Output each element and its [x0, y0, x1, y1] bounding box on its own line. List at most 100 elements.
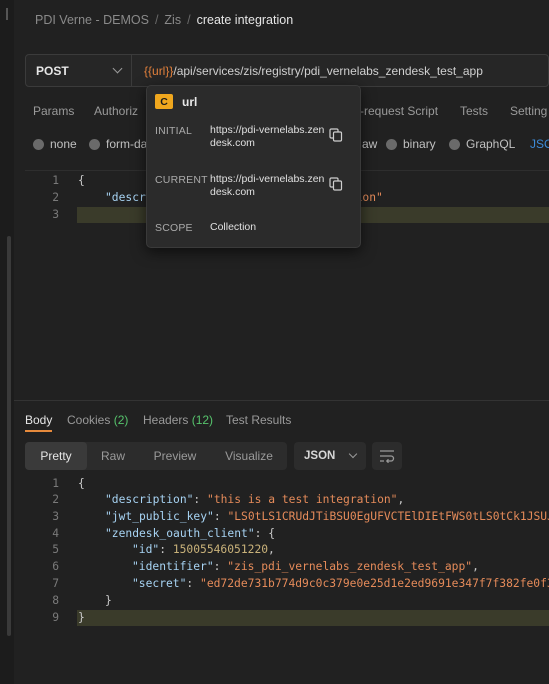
line-number: 1 [52, 477, 59, 490]
view-preview[interactable]: Preview [139, 442, 211, 470]
line-number: 1 [52, 174, 59, 187]
tab-headers[interactable]: Headers (12) [143, 413, 213, 427]
sidebar-divider [6, 8, 8, 20]
code-line: "descr [105, 191, 146, 204]
body-type-label: aw [362, 137, 378, 151]
tab-cookies-label: Cookies [67, 413, 111, 427]
copy-icon[interactable] [329, 128, 343, 142]
tab-params[interactable]: Params [33, 104, 74, 118]
current-value: https://pdi-vernelabs.zendesk.com [210, 173, 325, 198]
method-select[interactable]: POST [26, 55, 132, 86]
tab-headers-label: Headers [143, 413, 189, 427]
body-type-none[interactable]: none [33, 137, 77, 151]
code-line: { [78, 477, 85, 490]
radio-icon [449, 138, 460, 150]
line-number: 2 [52, 191, 59, 204]
code-line: "jwt_public_key": "LS0tLS1CRUdJTiBSU0EgU… [105, 510, 549, 527]
body-type-json[interactable]: JSO [530, 137, 549, 151]
body-type-graphql[interactable]: GraphQL [449, 137, 515, 151]
radio-icon [89, 138, 100, 150]
collection-badge-icon: C [155, 94, 173, 109]
variable-name: url [182, 94, 198, 109]
json-key: "identifier" [132, 560, 214, 573]
line-number: 4 [52, 527, 59, 540]
format-label: JSON [304, 450, 336, 462]
line-number: 5 [52, 543, 59, 556]
view-raw[interactable]: Raw [87, 442, 139, 470]
body-type-label: JSO [530, 137, 549, 151]
chevron-down-icon [348, 449, 358, 459]
code-line: } [78, 611, 85, 624]
headers-count-badge: (12) [191, 413, 214, 427]
format-select[interactable]: JSON [294, 442, 366, 470]
tab-tests[interactable]: Tests [460, 104, 488, 118]
json-value: "ed72de731b774d9c0c379e0e25d1e2ed9691e34… [200, 577, 549, 590]
breadcrumb-folder[interactable]: Zis [164, 13, 181, 27]
radio-icon [386, 138, 397, 150]
view-mode-toggle: Pretty Raw Preview Visualize [25, 442, 287, 470]
code-line: "secret": "ed72de731b774d9c0c379e0e25d1e… [132, 577, 549, 594]
cookies-count-badge: (2) [113, 413, 129, 427]
body-type-raw[interactable]: aw [362, 137, 377, 151]
code-line: } [105, 594, 112, 607]
tab-authorization[interactable]: Authoriz [94, 104, 138, 118]
scope-value: Collection [210, 221, 257, 233]
body-type-label: binary [403, 137, 436, 151]
json-value: "this is a test integration" [207, 493, 398, 506]
line-number: 3 [52, 208, 59, 221]
wrap-lines-icon [380, 450, 395, 463]
code-line: "identifier": "zis_pdi_vernelabs_zendesk… [132, 560, 479, 573]
code-line: { [78, 174, 85, 187]
json-key: "id" [132, 543, 160, 556]
json-value: "zis_pdi_vernelabs_zendesk_test_app" [227, 560, 473, 573]
sidebar-scrollbar[interactable] [7, 236, 11, 636]
breadcrumb: PDI Verne - DEMOS / Zis / create integration [35, 13, 294, 27]
url-path: /api/services/zis/registry/pdi_vernelabs… [173, 63, 483, 78]
pane-divider[interactable] [14, 400, 549, 401]
line-number: 7 [52, 577, 59, 590]
tab-settings[interactable]: Setting [510, 104, 547, 118]
body-type-label: form-da [106, 137, 148, 151]
line-number: 3 [52, 510, 59, 523]
response-body-viewer[interactable]: 1 2 3 4 5 6 7 8 9 { "description": "this… [25, 476, 549, 684]
method-label: POST [36, 63, 69, 78]
tab-pre-request-script[interactable]: -request Script [360, 104, 438, 118]
url-input[interactable]: {{url}}/api/services/zis/registry/pdi_ve… [132, 55, 483, 86]
body-type-label: none [50, 137, 77, 151]
json-value: 15005546051220 [172, 543, 269, 556]
json-key: "jwt_public_key" [105, 510, 214, 523]
json-key: "description" [105, 493, 194, 506]
current-label: CURRENT [155, 174, 208, 186]
chevron-down-icon [112, 63, 123, 74]
code-line: "description": "this is a test integrati… [105, 493, 405, 506]
breadcrumb-request[interactable]: create integration [197, 13, 294, 27]
request-url-bar: POST {{url}}/api/services/zis/registry/p… [25, 54, 549, 87]
body-type-form-data[interactable]: form-da [89, 137, 147, 151]
json-key: "zendesk_oauth_client" [105, 527, 255, 540]
radio-icon [33, 138, 44, 150]
body-type-label: GraphQL [466, 137, 516, 151]
copy-icon[interactable] [329, 177, 343, 191]
initial-value: https://pdi-vernelabs.zendesk.com [210, 124, 325, 149]
scope-label: SCOPE [155, 222, 193, 234]
json-value: "LS0tLS1CRUdJTiBSU0EgUFVCTElDIEtFWS0tLS0… [227, 510, 549, 523]
line-number: 8 [52, 594, 59, 607]
line-number: 9 [52, 611, 59, 624]
url-variable[interactable]: {{url}} [144, 64, 173, 78]
line-number: 2 [52, 493, 59, 506]
current-line-highlight [77, 610, 549, 626]
sidebar-strip [0, 0, 14, 684]
tab-test-results[interactable]: Test Results [226, 413, 291, 427]
tab-body[interactable]: Body [25, 413, 53, 432]
wrap-lines-button[interactable] [372, 442, 402, 470]
tooltip-header: C url [155, 94, 197, 109]
breadcrumb-workspace[interactable]: PDI Verne - DEMOS [35, 13, 149, 27]
tab-cookies[interactable]: Cookies (2) [67, 413, 128, 427]
code-line: "id": 15005546051220, [132, 543, 275, 556]
initial-label: INITIAL [155, 125, 192, 137]
view-pretty[interactable]: Pretty [25, 442, 87, 470]
body-type-binary[interactable]: binary [386, 137, 436, 151]
view-visualize[interactable]: Visualize [211, 442, 287, 470]
json-key: "secret" [132, 577, 187, 590]
code-line: "zendesk_oauth_client": { [105, 527, 276, 540]
